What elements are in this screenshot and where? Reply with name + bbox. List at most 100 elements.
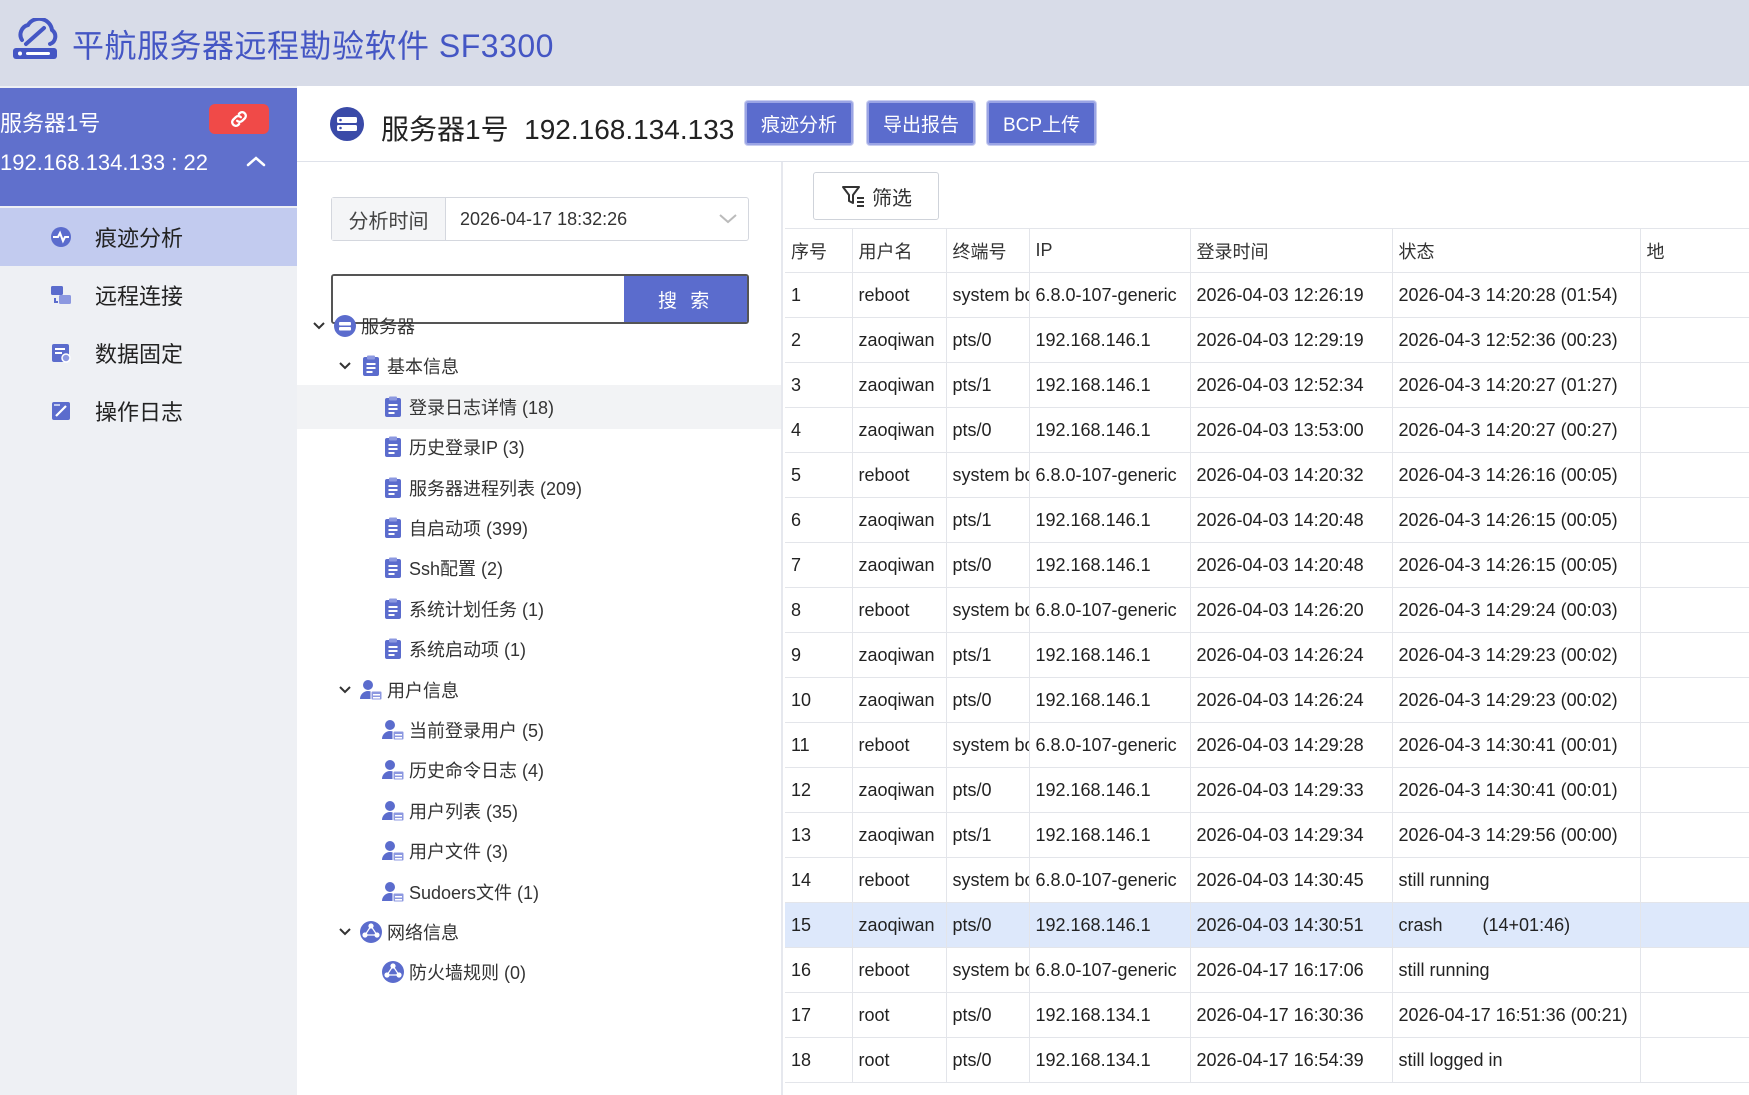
tree-panel: 分析时间 2026-04-17 18:32:26 搜 索 服务器 基本信息 登录日志…	[297, 162, 783, 1095]
table-row[interactable]: 7 zaoqiwan pts/0 192.168.146.1 2026-04-03 14…	[785, 542, 1749, 588]
table-cell: still logged in	[1392, 1037, 1641, 1083]
column-header[interactable]: 登录时间	[1190, 228, 1393, 273]
table-row[interactable]: 4 zaoqiwan pts/0 192.168.146.1 2026-04-03 13…	[785, 407, 1749, 453]
left-nav: 服务器1号 192.168.134.133 : 22 痕迹分析 远程连接 数据固…	[0, 86, 297, 1095]
filter-button[interactable]: 筛选	[813, 172, 939, 220]
nav-item-operation-log[interactable]: 操作日志	[0, 382, 297, 440]
tree-node[interactable]: 系统计划任务 (1)	[297, 587, 781, 631]
table-cell: system boot	[946, 947, 1030, 993]
cell-text: 2026-04-03 14:29:33	[1196, 779, 1364, 800]
tree-node[interactable]: 用户文件 (3)	[297, 829, 781, 873]
bcp-upload-button[interactable]: BCP上传	[987, 101, 1097, 145]
table-cell: 2026-04-03 14:29:33	[1190, 767, 1393, 813]
cell-text: still running	[1398, 869, 1490, 890]
tree-node[interactable]: Sudoers文件 (1)	[297, 870, 781, 914]
table-row[interactable]: 12 zaoqiwan pts/0 192.168.146.1 2026-04-03 1…	[785, 767, 1749, 813]
cell-text: zaoqiwan	[858, 509, 935, 530]
chevron-down-icon[interactable]	[337, 682, 353, 698]
app-title: 平航服务器远程勘验软件 SF3300	[72, 28, 554, 64]
tree-node[interactable]: Ssh配置 (2)	[297, 546, 781, 590]
export-report-button[interactable]: 导出报告	[867, 101, 976, 145]
cell-text: pts/0	[952, 914, 992, 935]
tree-node[interactable]: 当前登录用户 (5)	[297, 708, 781, 752]
table-cell: root	[852, 992, 947, 1038]
table-cell: root	[852, 1037, 947, 1083]
nav-item-remote-connect[interactable]: 远程连接	[0, 266, 297, 324]
table-row[interactable]: 13 zaoqiwan pts/1 192.168.146.1 2026-04-03 1…	[785, 812, 1749, 858]
table-cell: reboot	[852, 272, 947, 318]
chevron-down-icon[interactable]	[311, 318, 327, 334]
nav-item-data-fix[interactable]: 数据固定	[0, 324, 297, 382]
tree-node[interactable]: 用户信息	[297, 668, 781, 712]
user-card-icon	[382, 720, 405, 741]
table-row[interactable]: 5 reboot system boot 6.8.0-107-generic 2026-…	[785, 452, 1749, 498]
tree-node[interactable]: 历史命令日志 (4)	[297, 748, 781, 792]
chevron-down-icon[interactable]	[717, 212, 739, 226]
tree-node[interactable]: 基本信息	[297, 344, 781, 388]
user-card-icon	[360, 679, 383, 701]
table-cell: 192.168.134.1	[1029, 992, 1191, 1038]
cell-text: system boot	[952, 959, 1029, 980]
cell-text: 14	[791, 869, 812, 890]
table-cell	[1640, 452, 1749, 498]
table-row[interactable]: 15 zaoqiwan pts/0 192.168.146.1 2026-04-03 1…	[785, 902, 1749, 948]
table-row[interactable]: 18 root pts/0 192.168.134.1 2026-04-17 16:54…	[785, 1037, 1749, 1083]
tree-node[interactable]: 服务器进程列表 (209)	[297, 466, 781, 510]
tree-node[interactable]: 系统启动项 (1)	[297, 627, 781, 671]
tree-node[interactable]: 防火墙规则 (0)	[297, 950, 781, 994]
cell-text: system boot	[952, 869, 1029, 890]
table-row[interactable]: 8 reboot system boot 6.8.0-107-generic 2026-…	[785, 587, 1749, 633]
table-row[interactable]: 16 reboot system boot 6.8.0-107-generic 2026…	[785, 947, 1749, 993]
table-row[interactable]: 6 zaoqiwan pts/1 192.168.146.1 2026-04-03 14…	[785, 497, 1749, 543]
table-cell: pts/0	[946, 677, 1030, 723]
tree-node[interactable]: 登录日志详情 (18)	[297, 384, 781, 429]
table-cell: 13	[785, 812, 853, 858]
table-row[interactable]: 17 root pts/0 192.168.134.1 2026-04-17 16:30…	[785, 992, 1749, 1038]
column-header[interactable]: 用户名	[852, 228, 947, 273]
tree-node[interactable]: 自启动项 (399)	[297, 506, 781, 550]
table-row[interactable]: 2 zaoqiwan pts/0 192.168.146.1 2026-04-03 12…	[785, 317, 1749, 363]
table-row[interactable]: 11 reboot system boot 6.8.0-107-generic 2026…	[785, 722, 1749, 768]
chevron-up-icon[interactable]	[245, 154, 267, 168]
table-cell: 5	[785, 452, 853, 498]
table-cell	[1640, 272, 1749, 318]
nav-item-label: 痕迹分析	[95, 226, 184, 251]
column-header[interactable]: 序号	[785, 228, 853, 273]
cell-text: 12	[791, 779, 812, 800]
cell-text: 13	[791, 824, 812, 845]
table-cell: 192.168.146.1	[1029, 497, 1191, 543]
chevron-down-icon[interactable]	[337, 924, 353, 940]
trace-analysis-button[interactable]: 痕迹分析	[745, 101, 854, 145]
table-cell: pts/0	[946, 542, 1030, 588]
link-button[interactable]	[209, 104, 269, 134]
table-row[interactable]: 3 zaoqiwan pts/1 192.168.146.1 2026-04-03 12…	[785, 362, 1749, 408]
analysis-time-select[interactable]: 分析时间 2026-04-17 18:32:26	[331, 197, 749, 241]
table-cell: 2026-04-3 14:29:23 (00:02)	[1392, 677, 1641, 723]
tree-node-label: 历史命令日志 (4)	[409, 761, 544, 782]
table-row[interactable]: 9 zaoqiwan pts/1 192.168.146.1 2026-04-03 14…	[785, 632, 1749, 678]
server-card[interactable]: 服务器1号 192.168.134.133 : 22	[0, 88, 297, 206]
cell-text: 2026-04-3 14:26:16 (00:05)	[1398, 464, 1618, 485]
cell-text: 2026-04-03 14:29:28	[1196, 734, 1364, 755]
column-header[interactable]: 状态	[1392, 228, 1641, 273]
tree-node[interactable]: 用户列表 (35)	[297, 789, 781, 833]
page-title: 服务器1号 192.168.134.133	[381, 114, 735, 145]
nav-item-trace-analysis[interactable]: 痕迹分析	[0, 208, 297, 266]
table-row[interactable]: 1 reboot system boot 6.8.0-107-generic 2026-…	[785, 272, 1749, 318]
tree-node[interactable]: 网络信息	[297, 910, 781, 954]
table-cell: 2026-04-03 14:30:51	[1190, 902, 1393, 948]
table-cell: pts/0	[946, 317, 1030, 363]
table-cell: system boot	[946, 722, 1030, 768]
column-header[interactable]: 地	[1640, 228, 1749, 273]
table-row[interactable]: 10 zaoqiwan pts/0 192.168.146.1 2026-04-03 1…	[785, 677, 1749, 723]
table-cell: 2026-04-17 16:54:39	[1190, 1037, 1393, 1083]
tree-node[interactable]: 服务器	[297, 304, 781, 348]
column-header[interactable]: IP	[1029, 228, 1191, 273]
column-header[interactable]: 终端号	[946, 228, 1030, 273]
cell-text: reboot	[858, 284, 910, 305]
tree-node[interactable]: 历史登录IP (3)	[297, 425, 781, 469]
cell-text: 2026-04-03 14:20:32	[1196, 464, 1364, 485]
table-cell: zaoqiwan	[852, 362, 947, 408]
table-row[interactable]: 14 reboot system boot 6.8.0-107-generic 2026…	[785, 857, 1749, 903]
chevron-down-icon[interactable]	[337, 358, 353, 374]
